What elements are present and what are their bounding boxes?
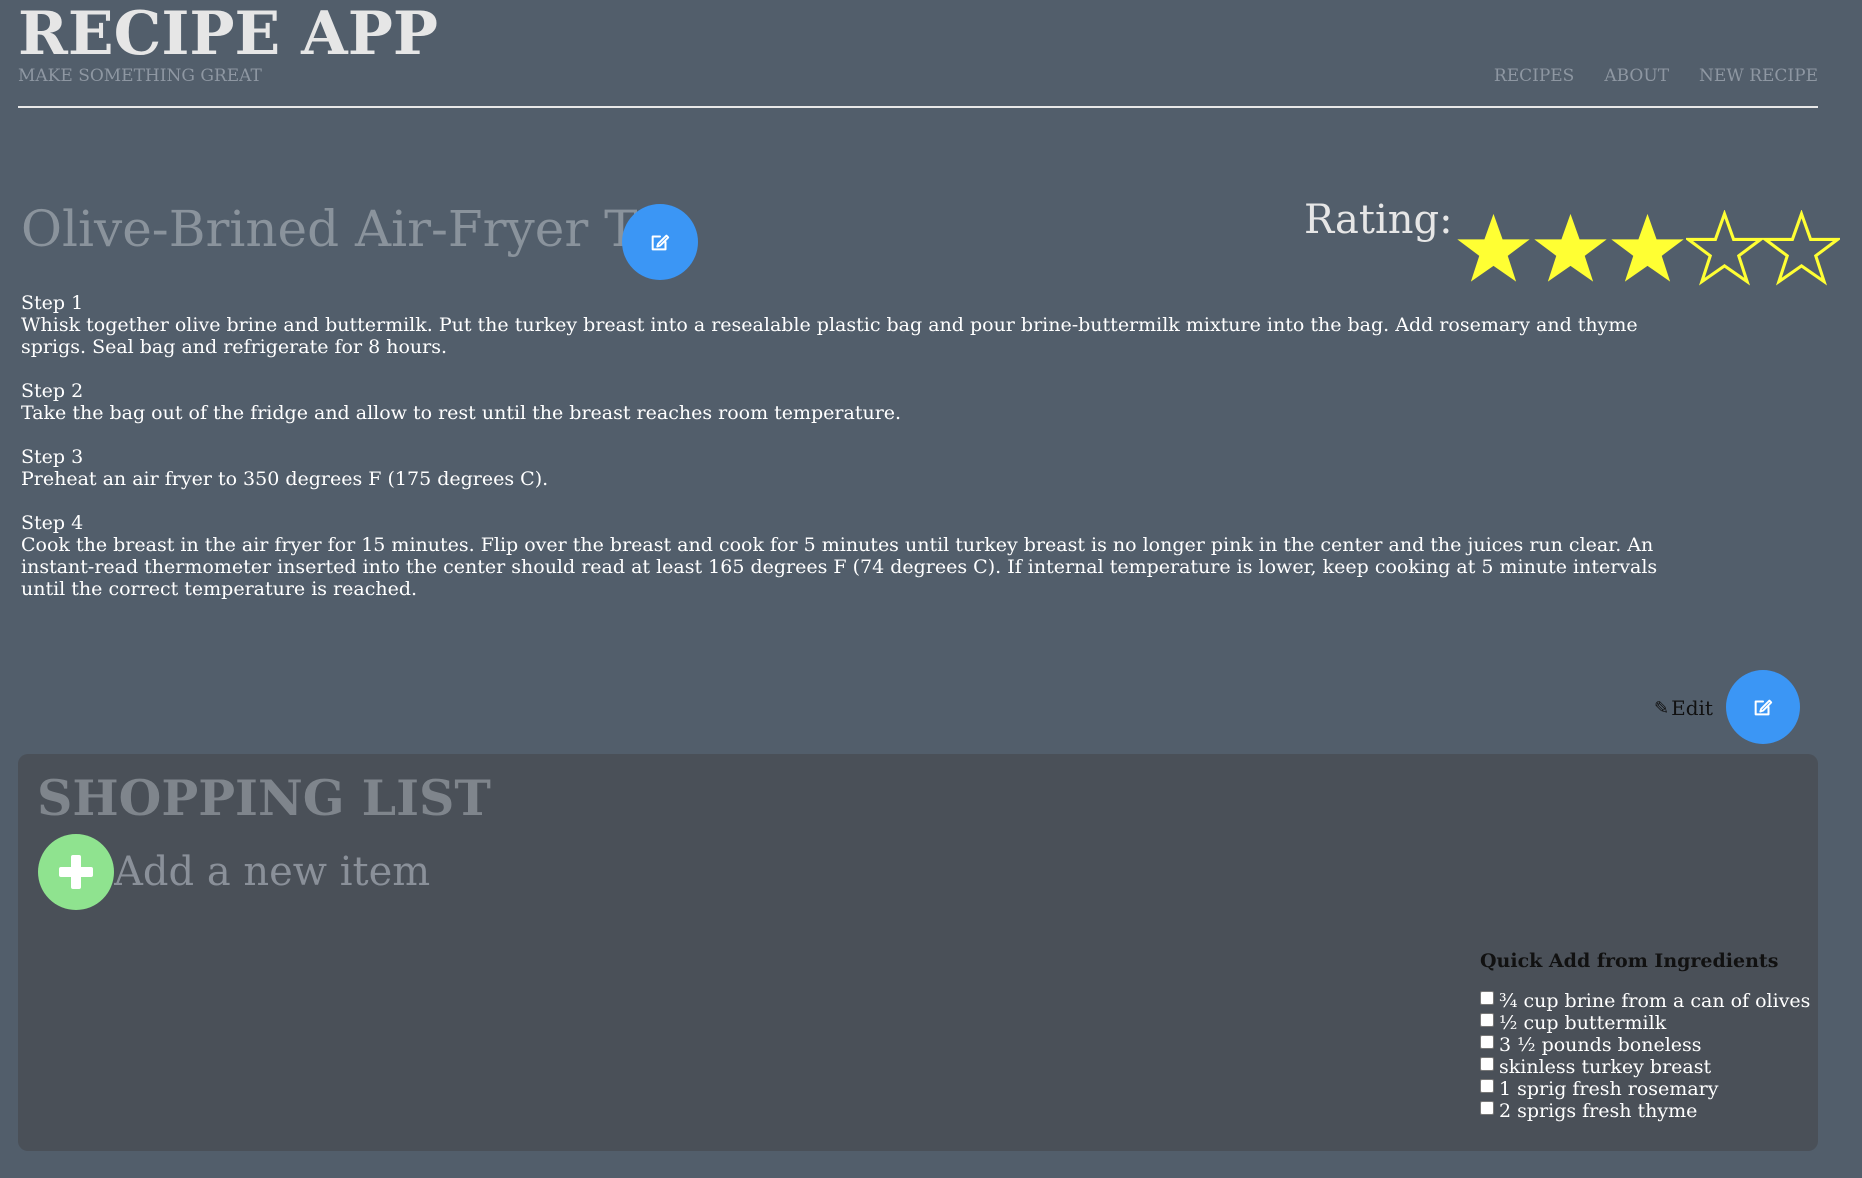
pencil-icon: ✎ [1654, 697, 1670, 719]
rating-label: Rating: [1304, 197, 1453, 243]
edit-square-icon [651, 234, 670, 251]
ingredient-checkbox[interactable] [1480, 991, 1494, 1005]
star-filled-icon[interactable] [1455, 210, 1532, 287]
step-item: Step 3 Preheat an air fryer to 350 degre… [21, 446, 1671, 490]
nav-about-link[interactable]: ABOUT [1604, 66, 1669, 86]
edit-title-button[interactable] [622, 204, 698, 280]
rating-stars [1455, 210, 1840, 287]
shopping-list-title: SHOPPING LIST [37, 769, 491, 827]
recipe-rating: Rating: [1304, 200, 1840, 287]
ingredient-item: 2 sprigs fresh thyme [1480, 1100, 1810, 1122]
main-nav: RECIPES ABOUT NEW RECIPE [1494, 66, 1818, 86]
ingredient-checkbox[interactable] [1480, 1057, 1494, 1071]
ingredient-checkbox[interactable] [1480, 1013, 1494, 1027]
edit-label: Edit [1671, 696, 1713, 720]
ingredient-label: ¾ cup brine from a can of olives [1499, 990, 1811, 1012]
step-label: Step 4 [21, 512, 84, 534]
ingredient-label: 1 sprig fresh rosemary [1499, 1078, 1719, 1100]
ingredient-label: ½ cup buttermilk [1499, 1012, 1667, 1034]
ingredient-checkbox[interactable] [1480, 1079, 1494, 1093]
ingredient-item: ½ cup buttermilk [1480, 1012, 1810, 1034]
plus-icon [59, 855, 93, 889]
app-title: RECIPE APP [18, 0, 438, 69]
star-outline-icon[interactable] [1762, 210, 1840, 287]
shopping-list-panel: SHOPPING LIST Quick Add from Ingredients… [18, 754, 1818, 1151]
star-filled-icon[interactable] [1532, 210, 1609, 287]
nav-recipes-link[interactable]: RECIPES [1494, 66, 1574, 86]
ingredient-item: 3 ½ pounds boneless [1480, 1034, 1810, 1056]
step-item: Step 4 Cook the breast in the air fryer … [21, 512, 1671, 600]
ingredient-item: 1 sprig fresh rosemary [1480, 1078, 1810, 1100]
step-item: Step 2 Take the bag out of the fridge an… [21, 380, 1671, 424]
step-item: Step 1 Whisk together olive brine and bu… [21, 292, 1671, 358]
step-text: Preheat an air fryer to 350 degrees F (1… [21, 468, 549, 490]
quick-add-ingredients: Quick Add from Ingredients ¾ cup brine f… [1480, 950, 1810, 1122]
app-tagline: MAKE SOMETHING GREAT [18, 66, 262, 86]
ingredient-item: skinless turkey breast [1480, 1056, 1810, 1078]
ingredient-checkbox[interactable] [1480, 1035, 1494, 1049]
ingredient-label: 3 ½ pounds boneless [1499, 1034, 1702, 1056]
quick-add-title: Quick Add from Ingredients [1480, 950, 1779, 972]
edit-steps-link[interactable]: ✎ Edit [1654, 696, 1713, 720]
recipe-title: Olive-Brined Air-Fryer Tu [21, 200, 670, 258]
step-label: Step 2 [21, 380, 84, 402]
step-text: Take the bag out of the fridge and allow… [21, 402, 902, 424]
step-text: Cook the breast in the air fryer for 15 … [21, 534, 1658, 600]
step-label: Step 1 [21, 292, 84, 314]
edit-square-icon [1754, 699, 1773, 716]
app-header: RECIPE APP MAKE SOMETHING GREAT RECIPES … [18, 0, 1818, 108]
ingredient-label: skinless turkey breast [1499, 1056, 1712, 1078]
ingredient-checkbox[interactable] [1480, 1101, 1494, 1115]
star-filled-icon[interactable] [1609, 210, 1686, 287]
recipe-steps: Step 1 Whisk together olive brine and bu… [21, 292, 1671, 622]
step-text: Whisk together olive brine and buttermil… [21, 314, 1638, 358]
add-item-button[interactable] [38, 834, 114, 910]
ingredient-item: ¾ cup brine from a can of olives [1480, 990, 1810, 1012]
edit-steps-button[interactable] [1726, 670, 1800, 744]
ingredient-label: 2 sprigs fresh thyme [1499, 1100, 1698, 1122]
nav-new-recipe-link[interactable]: NEW RECIPE [1699, 66, 1818, 86]
star-outline-icon[interactable] [1685, 210, 1763, 287]
step-label: Step 3 [21, 446, 84, 468]
new-item-input[interactable] [114, 846, 714, 898]
